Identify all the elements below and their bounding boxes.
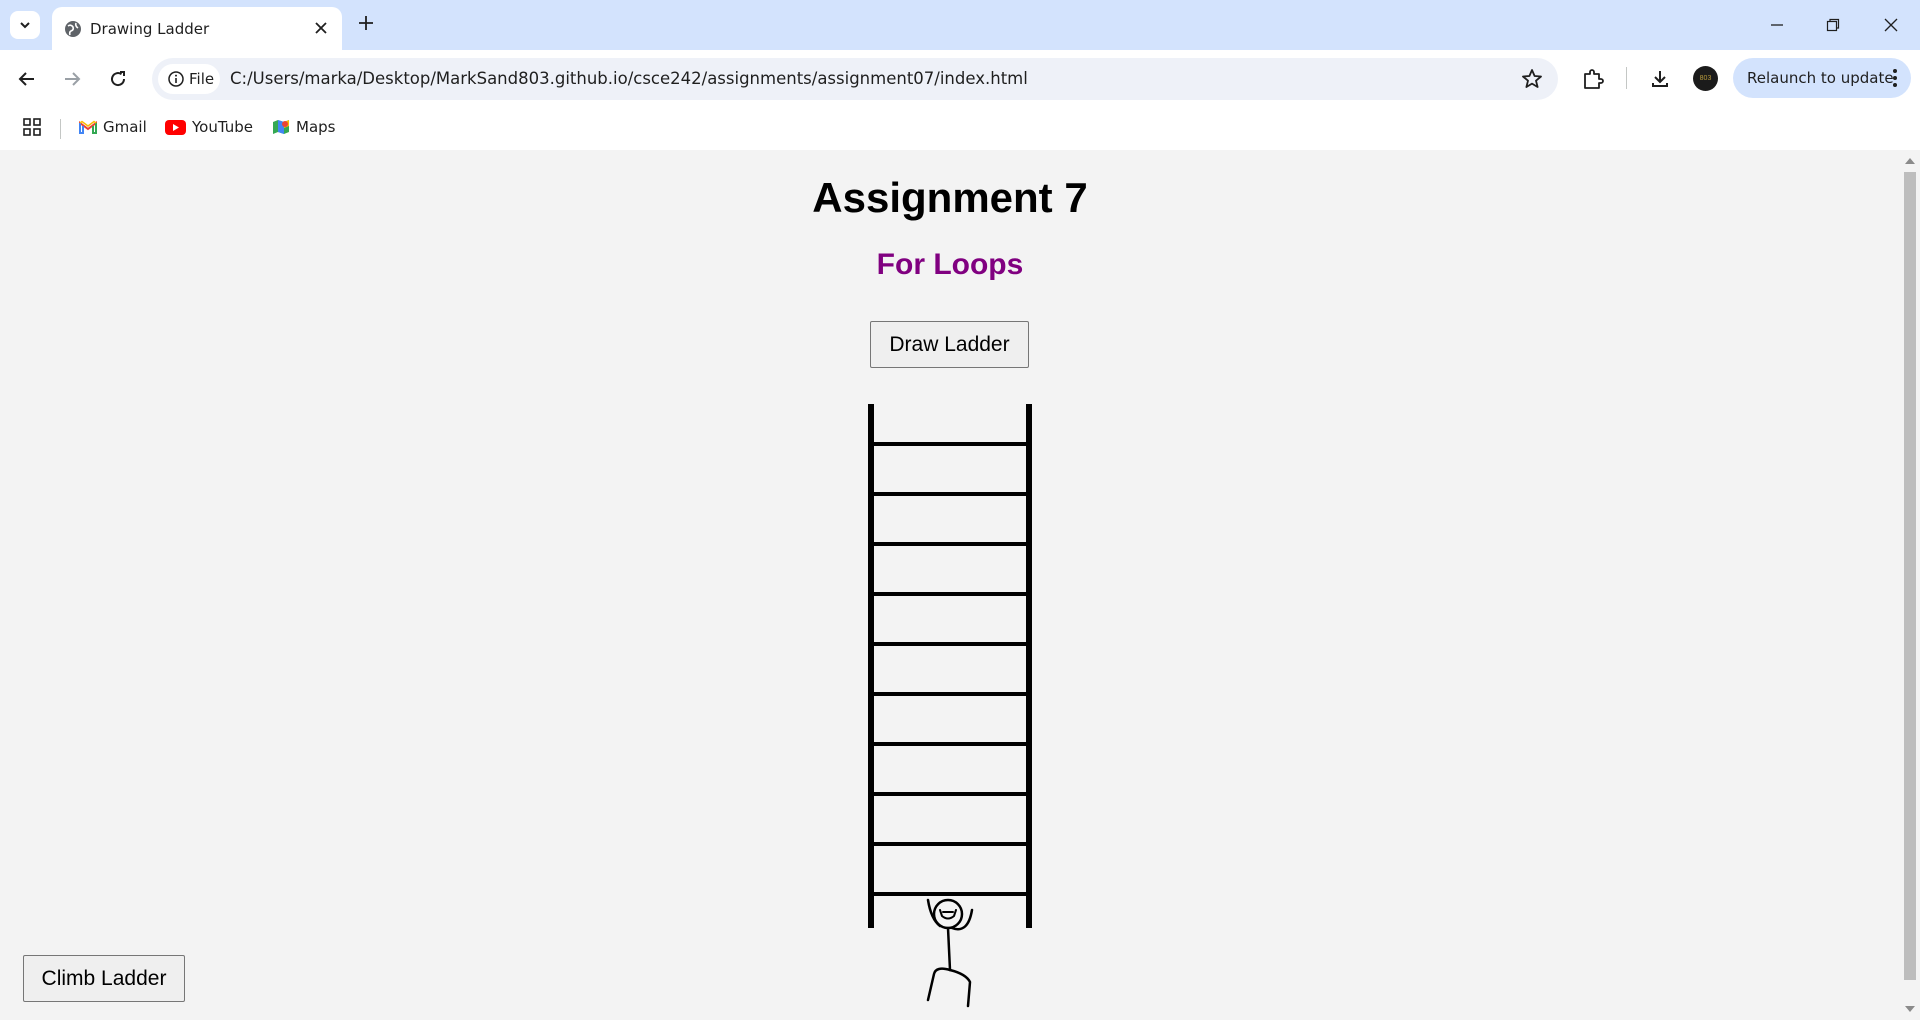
ladder-rung — [874, 642, 1026, 646]
download-icon — [1652, 71, 1668, 87]
bookmarks-bar: Gmail YouTube Maps — [0, 107, 1920, 150]
forward-button[interactable] — [57, 64, 87, 94]
close-tab-button[interactable] — [310, 17, 332, 39]
minimize-button[interactable] — [1762, 12, 1792, 38]
ladder-drawing — [868, 404, 1032, 1008]
page-scrollbar[interactable] — [1900, 150, 1920, 1020]
bookmark-youtube[interactable]: YouTube — [165, 118, 253, 136]
ladder-rung — [874, 442, 1026, 446]
apps-button[interactable] — [22, 117, 48, 137]
tab-search-button[interactable] — [10, 11, 40, 39]
page-content: Assignment 7 For Loops Draw Ladder Climb… — [0, 150, 1900, 1020]
ladder-rung — [874, 892, 1026, 896]
ladder-rung — [874, 542, 1026, 546]
ladder-rung — [874, 792, 1026, 796]
restore-icon — [1826, 18, 1840, 32]
bookmarks-divider — [60, 119, 61, 139]
ladder-left-rail — [868, 404, 874, 928]
bookmark-maps[interactable]: Maps — [272, 118, 335, 136]
ladder-rung — [874, 842, 1026, 846]
avatar-text: 803 — [1699, 75, 1712, 82]
chevron-down-icon — [20, 22, 30, 29]
relaunch-label: Relaunch to update — [1747, 69, 1894, 87]
site-chip-label: File — [189, 70, 215, 88]
arrow-right-icon — [65, 72, 81, 86]
toolbar-divider — [1626, 67, 1627, 89]
ladder-rung — [874, 742, 1026, 746]
bookmark-label: Gmail — [103, 118, 147, 136]
puzzle-icon — [1584, 69, 1604, 89]
plus-icon — [359, 16, 373, 30]
stick-figure — [926, 898, 974, 1008]
more-vert-icon[interactable] — [1892, 68, 1898, 88]
ladder-rungs — [874, 442, 1026, 896]
restore-button[interactable] — [1818, 12, 1848, 38]
tab-title: Drawing Ladder — [90, 20, 210, 38]
ladder-rung — [874, 492, 1026, 496]
stick-figure-left-leg — [926, 967, 952, 1002]
scroll-thumb[interactable] — [1904, 172, 1916, 980]
back-button[interactable] — [12, 64, 42, 94]
star-icon[interactable] — [1520, 67, 1544, 91]
apps-grid-icon — [23, 118, 41, 136]
scroll-down-arrow[interactable] — [1905, 1006, 1915, 1012]
close-window-button[interactable] — [1876, 12, 1906, 38]
youtube-icon — [165, 119, 186, 135]
bookmark-label: YouTube — [192, 118, 253, 136]
stick-figure-body — [946, 926, 952, 972]
new-tab-button[interactable] — [354, 13, 378, 37]
ladder-right-rail — [1026, 404, 1032, 928]
profile-avatar[interactable]: 803 — [1693, 66, 1718, 91]
site-info-chip[interactable]: File — [158, 64, 220, 94]
minimize-icon — [1771, 24, 1783, 26]
bookmark-label: Maps — [296, 118, 336, 136]
address-bar[interactable]: File C:/Users/marka/Desktop/MarkSand803.… — [152, 58, 1558, 100]
scroll-up-arrow[interactable] — [1905, 158, 1915, 164]
relaunch-button[interactable]: Relaunch to update — [1733, 58, 1911, 98]
tab-drawing-ladder[interactable]: Drawing Ladder — [52, 7, 342, 50]
climb-ladder-button[interactable]: Climb Ladder — [23, 955, 185, 1002]
maps-icon — [273, 120, 289, 134]
stick-figure-face — [939, 909, 957, 920]
page-title: Assignment 7 — [812, 174, 1088, 221]
draw-ladder-button[interactable]: Draw Ladder — [870, 321, 1029, 368]
url-text[interactable]: C:/Users/marka/Desktop/MarkSand803.githu… — [230, 69, 1028, 88]
browser-toolbar: File C:/Users/marka/Desktop/MarkSand803.… — [0, 50, 1920, 107]
stick-figure-right-leg — [948, 968, 972, 1008]
ladder-rung — [874, 692, 1026, 696]
page-subtitle: For Loops — [876, 248, 1024, 281]
bookmark-gmail[interactable]: Gmail — [79, 118, 147, 136]
reload-button[interactable] — [103, 64, 133, 94]
close-icon — [315, 22, 327, 34]
extensions-button[interactable] — [1578, 64, 1608, 94]
tab-strip: Drawing Ladder — [0, 0, 1920, 50]
arrow-left-icon — [18, 72, 34, 86]
reload-icon — [111, 71, 126, 87]
gmail-icon — [79, 120, 97, 134]
close-icon — [1884, 18, 1898, 32]
info-icon — [168, 71, 184, 87]
ladder-rung — [874, 592, 1026, 596]
globe-icon — [65, 21, 81, 37]
downloads-button[interactable] — [1645, 64, 1675, 94]
